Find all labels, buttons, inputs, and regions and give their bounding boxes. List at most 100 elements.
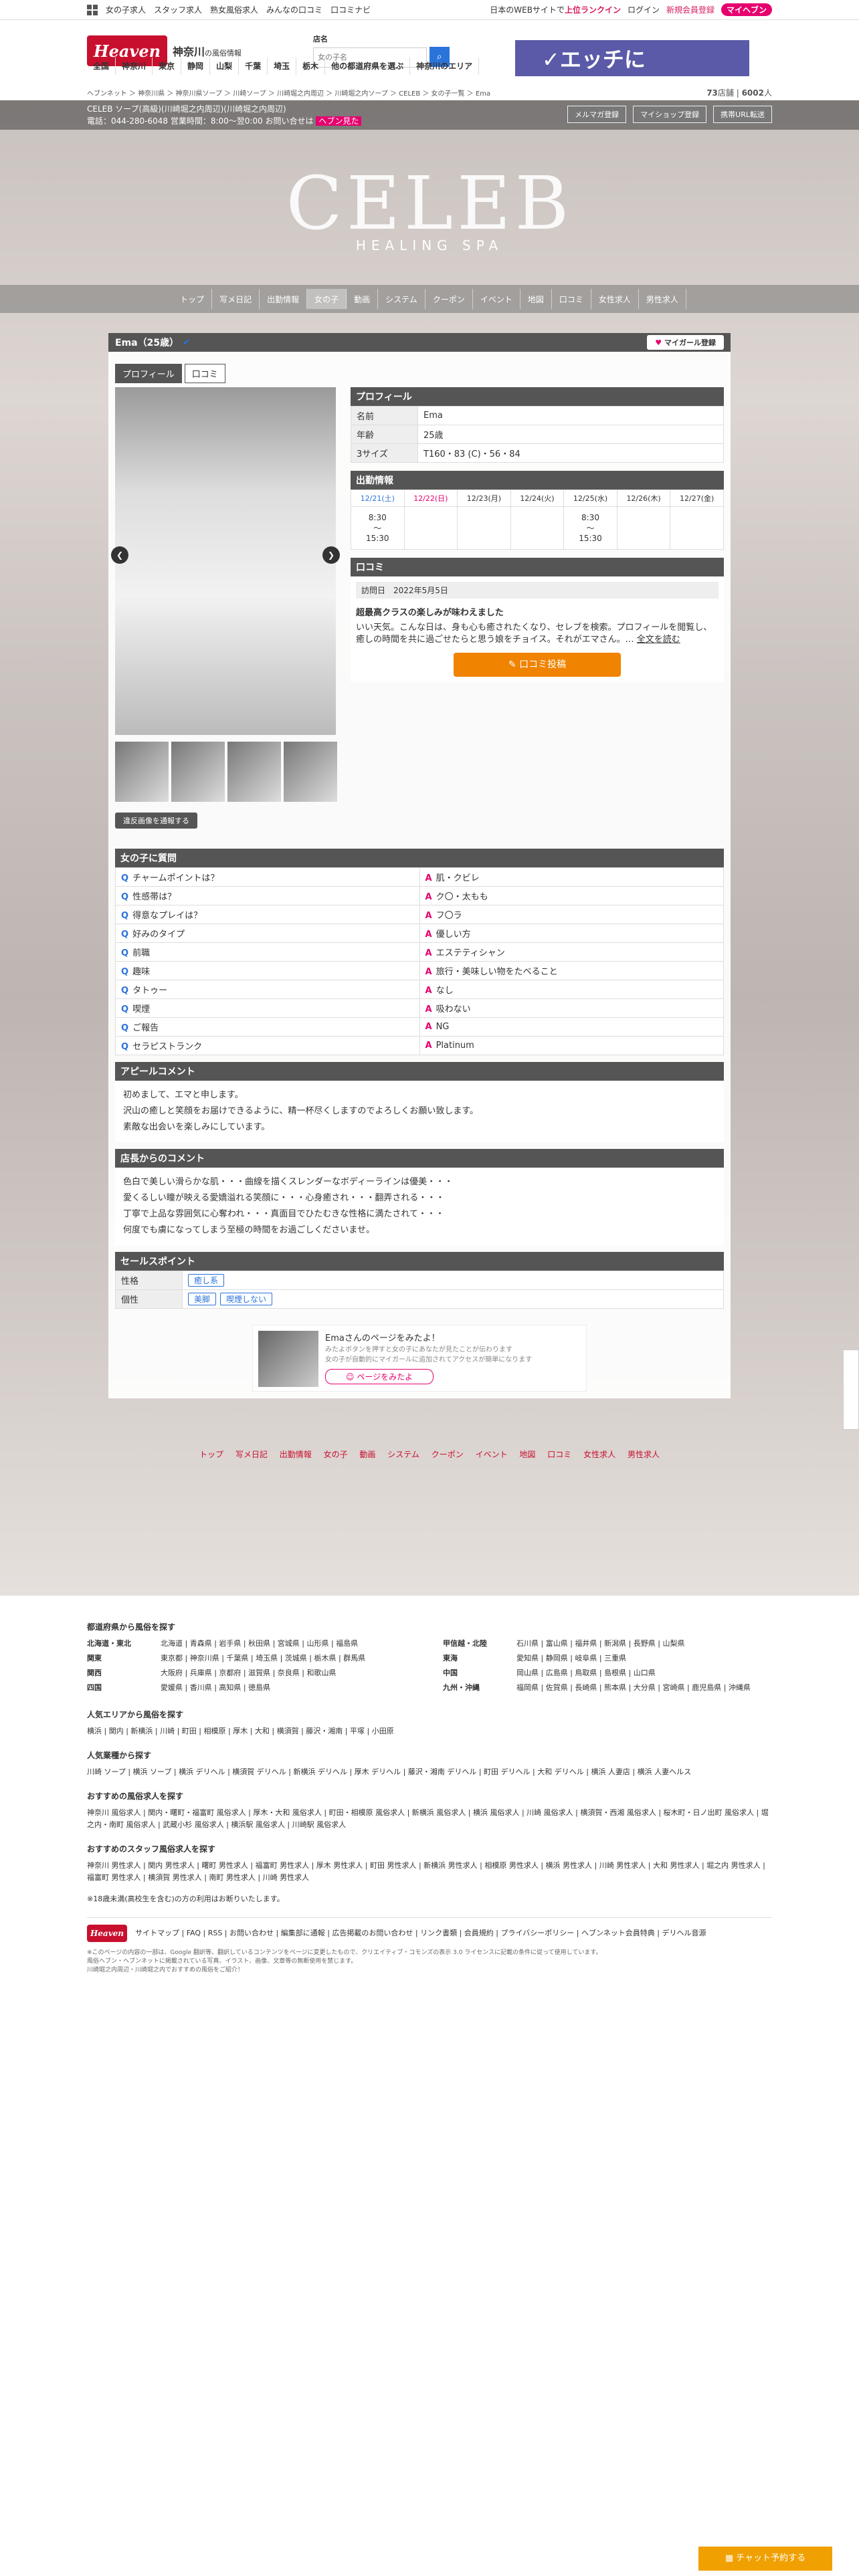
next-arrow-icon[interactable]: ❯ [322,546,340,564]
thumbnail[interactable] [115,742,169,802]
shop-nav-item[interactable]: クーポン [425,289,473,309]
myheaven-button[interactable]: マイヘブン [721,3,772,16]
profile-table: 名前 Ema 年齢 25歳 3サイズ T160・83 (C)・56・84 [351,406,724,463]
top-link-navi[interactable]: 口コミナビ [330,4,371,15]
shop-nav-item[interactable]: トップ [173,289,213,309]
footer-heading: 人気エリアから風俗を探す [87,1710,184,1719]
footer-note: 川崎堀之内周辺・川崎堀之内でおすすめの風俗をご紹介！ [87,1967,244,1973]
mygirl-button[interactable]: ♥ マイガール登録 [647,335,724,350]
region-links[interactable]: 福岡県 | 佐賀県 | 長崎県 | 熊本県 | 大分県 | 宮崎県 | 鹿児島県… [516,1682,751,1694]
footer-heading: おすすめのスタッフ風俗求人を探す [87,1844,216,1854]
shop-comment: 色白で美しい滑らかな肌・・・曲線を描くスレンダーなボディーラインは優美・・・ 愛く… [115,1168,724,1245]
bottom-nav-item[interactable]: 口コミ [547,1450,571,1459]
bottom-nav-item[interactable]: トップ [199,1450,223,1459]
nav-item[interactable]: 全国 [87,58,116,75]
bottom-nav-item[interactable]: 写メ日記 [235,1450,268,1459]
footer-heading: 人気業種から探す [87,1751,152,1760]
site-counts: 73店舗 | 6002人 [706,88,772,98]
region-links[interactable]: 愛知県 | 静岡県 | 岐阜県 | 三重県 [516,1652,626,1665]
schedule-table: 12/21(土) 12/22(日) 12/23(月) 12/24(火) 12/2… [351,490,724,550]
shop-nav-item[interactable]: 写メ日記 [212,289,260,309]
nav-item[interactable]: 東京 [153,58,182,75]
login-link[interactable]: ログイン [628,4,660,15]
shop-nav-item[interactable]: 男性求人 [639,289,686,309]
shop-nav-item[interactable]: 口コミ [552,289,591,309]
nav-item[interactable]: 栃木 [296,58,326,75]
girl-photo[interactable]: ❮ ❯ [111,387,340,735]
shop-nav-item[interactable]: 出勤情報 [260,289,308,309]
mitayo-button[interactable]: ☺ ページをみたよ [325,1369,434,1384]
top-link-staff[interactable]: スタッフ求人 [154,4,202,15]
footer-heading: 都道府県から風俗を探す [87,1622,176,1632]
tag[interactable]: 喫煙しない [220,1293,273,1305]
qa-heading: 女の子に質問 [115,849,724,867]
genre-links[interactable]: 川崎 ソープ | 横浜 ソープ | 横浜 デリヘル | 横須賀 デリヘル | 新… [87,1766,772,1778]
bottom-nav-item[interactable]: 女性求人 [583,1450,615,1459]
report-image-button[interactable]: 違反画像を通報する [115,813,197,829]
pen-icon: ✎ [508,659,516,670]
bottom-nav-item[interactable]: 地図 [519,1450,535,1459]
region-links[interactable]: 東京都 | 神奈川県 | 千葉県 | 埼玉県 | 茨城県 | 栃木県 | 群馬県 [161,1652,365,1665]
girl-profile: Ema（25歳） ✔ ♥ マイガール登録 プロフィール 口コミ ❮ ❯ 違反画像… [108,333,731,1398]
mailmag-button[interactable]: メルマガ登録 [567,106,627,123]
chat-reserve-button[interactable]: ▦ チャット予約する [698,2547,832,2571]
menu-grid-icon[interactable] [87,4,98,15]
nav-item[interactable]: 静岡 [181,58,211,75]
nav-item[interactable]: 山梨 [210,58,240,75]
girl-name: Ema（25歳） [115,338,179,348]
shop-logo: CELEB [286,160,573,246]
thumbnail[interactable] [171,742,225,802]
bottom-nav-item[interactable]: 男性求人 [628,1450,660,1459]
heart-icon: ♥ [655,338,662,347]
nav-item[interactable]: 神奈川 [116,58,153,75]
region-nav: 全国 神奈川 東京 静岡 山梨 千葉 埼玉 栃木 他の都道府県を選ぶ 神奈川のエ… [0,58,859,75]
shop-nav-item[interactable]: システム [378,289,425,309]
nav-item[interactable]: 他の都道府県を選ぶ [325,58,411,75]
thumbnail[interactable] [227,742,281,802]
bottom-nav-item[interactable]: イベント [476,1450,508,1459]
read-more-link[interactable]: 全文を読む [637,635,680,645]
side-float-menu[interactable] [843,1350,859,1430]
top-link-jobs[interactable]: 女の子求人 [106,4,146,15]
shop-nav-item[interactable]: 動画 [347,289,379,309]
shop-nav-item[interactable]: イベント [473,289,520,309]
region-links[interactable]: 石川県 | 富山県 | 福井県 | 新潟県 | 長野県 | 山梨県 [516,1638,685,1650]
bottom-shop-nav: トップ 写メ日記 出勤情報 女の子 動画 システム クーポン イベント 地図 口… [0,1448,859,1460]
top-link-reviews[interactable]: みんなの口コミ [266,4,322,15]
bottom-nav-item[interactable]: 女の子 [324,1450,348,1459]
nav-item[interactable]: 神奈川のエリア [410,58,480,75]
region-links[interactable]: 大阪府 | 兵庫県 | 京都府 | 滋賀県 | 奈良県 | 和歌山県 [161,1667,337,1679]
bottom-nav-item[interactable]: 動画 [359,1450,375,1459]
tab-reviews[interactable]: 口コミ [184,364,225,383]
breadcrumb-path[interactable]: ヘブンネット ＞ 神奈川県 ＞ 神奈川県ソープ ＞ 川崎ソープ ＞ 川崎堀之内周… [87,88,490,98]
footer-note: ※このページの内容の一部は、Google 翻訳等、翻訳しているコンテンツをページ… [87,1949,602,1956]
myshop-button[interactable]: マイショップ登録 [633,106,707,123]
thumbnail[interactable] [284,742,337,802]
tag[interactable]: 美脚 [188,1293,217,1305]
shop-nav-item[interactable]: 女性求人 [591,289,639,309]
bottom-nav-item[interactable]: 出勤情報 [280,1450,312,1459]
nav-item[interactable]: 埼玉 [268,58,297,75]
shop-nav-item[interactable]: 女の子 [307,289,347,309]
nav-item[interactable]: 千葉 [239,58,268,75]
post-review-button[interactable]: ✎ 口コミ投稿 [454,653,621,677]
top-link-mature[interactable]: 熟女風俗求人 [210,4,258,15]
staff-job-links[interactable]: 神奈川 男性求人 | 関内 男性求人 | 曙町 男性求人 | 福富町 男性求人 … [87,1860,772,1884]
footer-logo[interactable]: Heaven [87,1925,127,1942]
tab-profile[interactable]: プロフィール [115,364,182,383]
shop-nav-item[interactable]: 地図 [520,289,552,309]
breadcrumb: ヘブンネット ＞ 神奈川県 ＞ 神奈川県ソープ ＞ 川崎ソープ ＞ 川崎堀之内周… [0,84,859,100]
mobile-url-button[interactable]: 携帯URL転送 [713,106,772,123]
bottom-nav-item[interactable]: システム [387,1450,419,1459]
footer-links[interactable]: サイトマップ | FAQ | RSS | お問い合わせ | 編集部に通報 | 広… [135,1927,706,1939]
signup-link[interactable]: 新規会員登録 [666,4,714,15]
prev-arrow-icon[interactable]: ❮ [111,546,128,564]
region-links[interactable]: 岡山県 | 広島県 | 鳥取県 | 島根県 | 山口県 [516,1667,656,1679]
tag[interactable]: 癒し系 [188,1274,225,1287]
region-links[interactable]: 北海道 | 青森県 | 岩手県 | 秋田県 | 宮城県 | 山形県 | 福島県 [161,1638,358,1650]
area-links[interactable]: 横浜 | 関内 | 新横浜 | 川崎 | 町田 | 相模原 | 厚木 | 大和 … [87,1725,772,1737]
job-links[interactable]: 神奈川 風俗求人 | 関内・曙町・福富町 風俗求人 | 厚木・大和 風俗求人 |… [87,1807,772,1831]
region-links[interactable]: 愛媛県 | 香川県 | 高知県 | 徳島県 [161,1682,270,1694]
bottom-nav-item[interactable]: クーポン [432,1450,464,1459]
store-info: CELEB ソープ(高級)(川崎堀之内周辺)(川崎堀之内周辺) 電話：044-2… [87,103,362,127]
